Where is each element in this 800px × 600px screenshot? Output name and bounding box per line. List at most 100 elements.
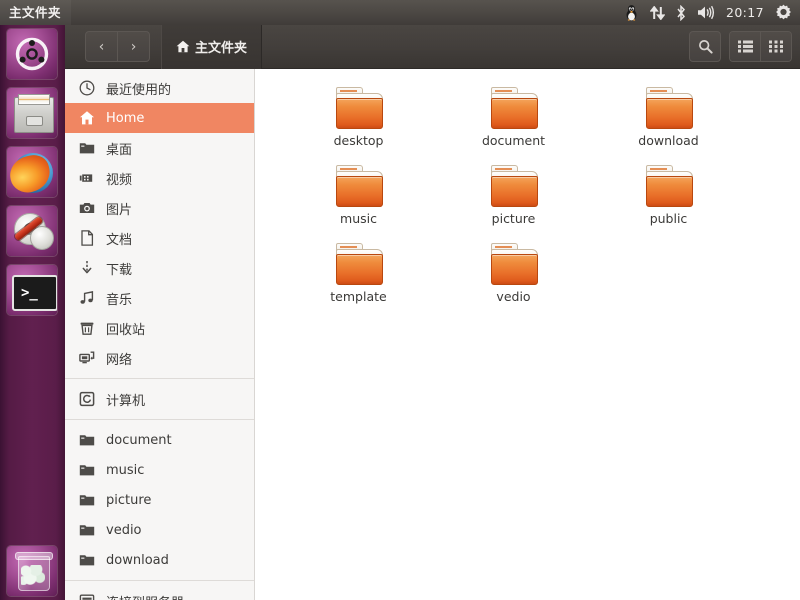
folder-front — [645, 98, 693, 129]
folder-icon — [78, 140, 95, 157]
folder-front — [645, 176, 693, 207]
clock-icon — [78, 80, 95, 97]
file-item[interactable]: template — [281, 241, 436, 319]
launcher-item-terminal[interactable]: >_ — [6, 264, 58, 316]
file-item[interactable]: desktop — [281, 85, 436, 163]
grid-view-button[interactable] — [760, 32, 791, 61]
gear-icon[interactable] — [775, 0, 792, 25]
view-mode-toggle — [729, 31, 792, 62]
search-button[interactable] — [689, 31, 721, 62]
sidebar-item-label: 网络 — [106, 352, 133, 368]
navigation-buttons: ‹ › — [85, 31, 150, 62]
sidebar-item-downloads[interactable]: 下载 — [65, 253, 254, 283]
sidebar-item-network[interactable]: 网络 — [65, 343, 254, 373]
folder-icon — [645, 87, 693, 129]
tux-linux-icon[interactable] — [624, 0, 639, 25]
launcher-item-trash[interactable] — [6, 545, 58, 597]
breadcrumb-label: 主文件夹 — [195, 41, 248, 56]
terminal-prompt-glyph: >_ — [21, 285, 38, 301]
toolbar-actions — [689, 31, 792, 62]
unity-launcher: >_ — [0, 25, 65, 600]
ubuntu-logo-icon — [15, 37, 49, 71]
sidebar-item-label: 音乐 — [106, 292, 133, 308]
folder-icon — [335, 87, 383, 129]
sidebar-item-music[interactable]: 音乐 — [65, 283, 254, 313]
folder-icon — [335, 165, 383, 207]
sidebar-item-bookmark-vedio[interactable]: vedio — [65, 515, 254, 545]
music-icon — [78, 290, 95, 307]
panel-window-title[interactable]: 主文件夹 — [0, 0, 72, 25]
folder-icon — [335, 243, 383, 285]
file-item-label: public — [649, 211, 688, 226]
sidebar-item-home[interactable]: Home — [65, 103, 254, 133]
folder-icon — [78, 552, 95, 569]
list-view-button[interactable] — [730, 32, 760, 61]
file-cabinet-paper — [18, 94, 50, 105]
file-item-label: template — [330, 289, 387, 304]
folder-icon — [490, 87, 538, 129]
forward-button[interactable]: › — [117, 32, 149, 61]
folder-icon — [78, 462, 95, 479]
file-item-label: desktop — [333, 133, 384, 148]
folder-icon — [78, 522, 95, 539]
file-manager-body: 最近使用的 Home 桌面视频图片 文档下载音乐回收站网络计算机 document mus… — [65, 69, 800, 600]
launcher-item-ubuntu-dash[interactable] — [6, 28, 58, 80]
file-item[interactable]: music — [281, 163, 436, 241]
launcher-item-files[interactable] — [6, 87, 58, 139]
volume-icon[interactable] — [697, 0, 715, 25]
file-item[interactable]: vedio — [436, 241, 591, 319]
sidebar-item-bookmark-music[interactable]: music — [65, 455, 254, 485]
sidebar-item-label: download — [106, 552, 169, 568]
download-icon — [78, 260, 95, 277]
network-transfer-icon[interactable] — [649, 0, 665, 25]
sidebar-item-label: picture — [106, 492, 152, 508]
document-icon — [78, 230, 95, 247]
file-item[interactable]: download — [591, 85, 746, 163]
file-item-label: document — [481, 133, 546, 148]
sidebar-item-trash[interactable]: 回收站 — [65, 313, 254, 343]
file-icon-view[interactable]: desktop document download music picture publi… — [255, 69, 800, 600]
computer-icon — [78, 391, 95, 408]
folder-icon — [78, 492, 95, 509]
folder-front — [490, 98, 538, 129]
folder-icon — [490, 165, 538, 207]
breadcrumb-home[interactable]: 主文件夹 — [161, 24, 263, 69]
sidebar-item-pictures[interactable]: 图片 — [65, 193, 254, 223]
sidebar-item-videos[interactable]: 视频 — [65, 163, 254, 193]
sidebar-item-bookmark-download[interactable]: download — [65, 545, 254, 575]
folder-icon — [78, 432, 95, 449]
file-item-label: music — [340, 211, 377, 226]
sidebar-item-documents[interactable]: 文档 — [65, 223, 254, 253]
trash-icon — [78, 320, 95, 337]
folder-icon — [645, 165, 693, 207]
sidebar-item-bookmark-document[interactable]: document — [65, 425, 254, 455]
launcher-item-system-tools[interactable] — [6, 205, 58, 257]
sidebar-item-bookmark-picture[interactable]: picture — [65, 485, 254, 515]
sidebar-item-label: music — [106, 462, 145, 478]
sidebar-item-label: vedio — [106, 522, 142, 538]
file-item[interactable]: picture — [436, 163, 591, 241]
file-item[interactable]: document — [436, 85, 591, 163]
sidebar-item-label: 桌面 — [106, 142, 133, 158]
sidebar-item-label: 回收站 — [106, 322, 146, 338]
sidebar-item-label: 最近使用的 — [106, 82, 172, 98]
file-item[interactable]: public — [591, 163, 746, 241]
sidebar-separator — [65, 378, 254, 379]
launcher-item-firefox[interactable] — [6, 146, 58, 198]
file-grid: desktop document download music picture publi… — [281, 85, 800, 319]
folder-front — [490, 254, 538, 285]
sidebar-item-recent[interactable]: 最近使用的 — [65, 73, 254, 103]
sidebar-item-label: 下载 — [106, 262, 133, 278]
trash-contents-icon — [21, 565, 45, 585]
folder-front — [335, 254, 383, 285]
home-icon — [78, 110, 95, 127]
bluetooth-icon[interactable] — [676, 0, 686, 25]
sidebar-item-desktop[interactable]: 桌面 — [65, 133, 254, 163]
sidebar-item-label: Home — [106, 110, 145, 126]
sidebar-item-connect-to-server[interactable]: 连接到服务器 — [65, 586, 254, 600]
sidebar-item-label: 视频 — [106, 172, 133, 188]
sidebar-separator — [65, 580, 254, 581]
back-button[interactable]: ‹ — [86, 32, 117, 61]
panel-clock[interactable]: 20:17 — [726, 0, 764, 25]
sidebar-item-computer[interactable]: 计算机 — [65, 384, 254, 414]
